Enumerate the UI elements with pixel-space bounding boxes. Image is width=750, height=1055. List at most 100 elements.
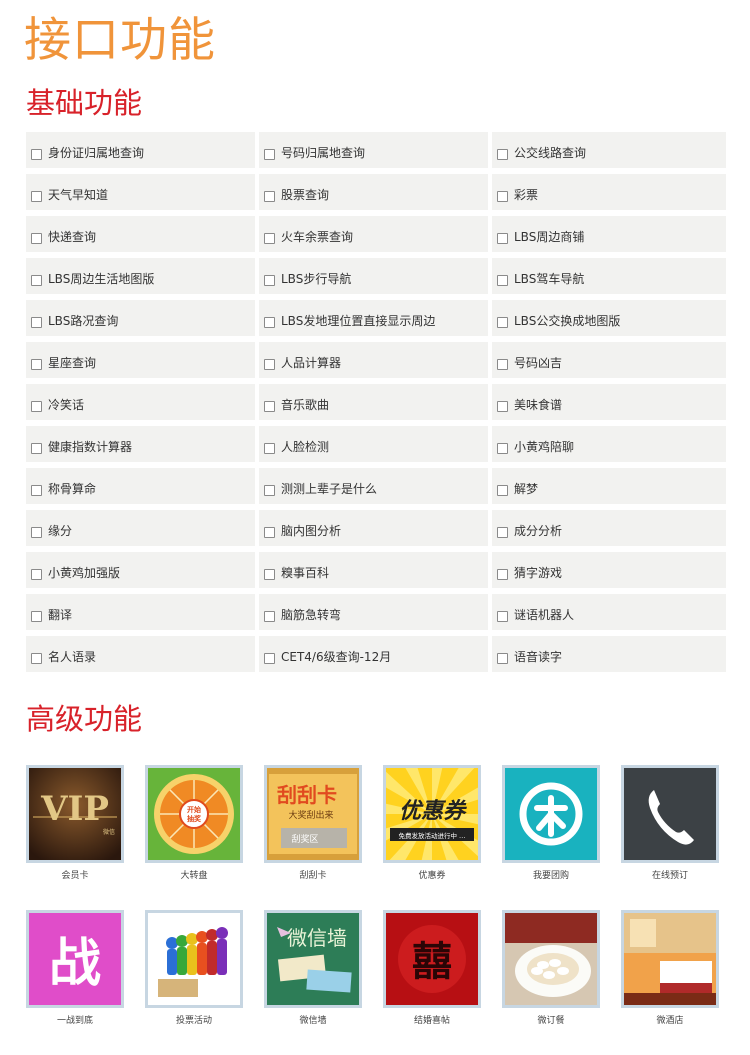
feature-checkbox[interactable] — [264, 527, 275, 538]
feature-checkbox[interactable] — [264, 443, 275, 454]
feature-checkbox[interactable] — [31, 359, 42, 370]
feature-checkbox[interactable] — [497, 569, 508, 580]
feature-item[interactable]: 火车余票查询 — [259, 216, 492, 258]
feature-item[interactable]: LBS路况查询 — [26, 300, 259, 342]
feature-item[interactable]: 号码归属地查询 — [259, 132, 492, 174]
feature-checkbox[interactable] — [497, 401, 508, 412]
feature-checkbox[interactable] — [497, 317, 508, 328]
advanced-feature-tile[interactable]: 刮刮卡 大奖刮出来 刮奖区 刮刮卡 — [264, 765, 362, 882]
feature-item[interactable]: 身份证归属地查询 — [26, 132, 259, 174]
feature-checkbox[interactable] — [497, 359, 508, 370]
feature-item[interactable]: 人脸检测 — [259, 426, 492, 468]
feature-item[interactable]: 股票查询 — [259, 174, 492, 216]
feature-checkbox[interactable] — [264, 401, 275, 412]
feature-item[interactable]: 称骨算命 — [26, 468, 259, 510]
feature-item[interactable]: 翻译 — [26, 594, 259, 636]
feature-item[interactable]: LBS公交换成地图版 — [492, 300, 726, 342]
feature-item[interactable]: LBS周边生活地图版 — [26, 258, 259, 300]
feature-item[interactable]: 小黄鸡陪聊 — [492, 426, 726, 468]
feature-checkbox[interactable] — [31, 149, 42, 160]
phone-icon[interactable] — [621, 765, 719, 863]
feature-item[interactable]: CET4/6级查询-12月 — [259, 636, 492, 678]
advanced-feature-tile[interactable]: 微订餐 — [502, 910, 600, 1027]
feature-checkbox[interactable] — [31, 527, 42, 538]
feature-item[interactable]: 号码凶吉 — [492, 342, 726, 384]
feature-checkbox[interactable] — [497, 653, 508, 664]
feature-checkbox[interactable] — [31, 317, 42, 328]
feature-checkbox[interactable] — [31, 569, 42, 580]
vote-icon[interactable] — [145, 910, 243, 1008]
wedding-invite-icon[interactable]: 囍 — [383, 910, 481, 1008]
feature-checkbox[interactable] — [497, 611, 508, 622]
scratch-card-icon[interactable]: 刮刮卡 大奖刮出来 刮奖区 — [264, 765, 362, 863]
advanced-feature-tile[interactable]: VIP 微信 会员卡 — [26, 765, 124, 882]
feature-checkbox[interactable] — [31, 191, 42, 202]
feature-checkbox[interactable] — [264, 191, 275, 202]
advanced-feature-tile[interactable]: 微信墙 微信墙 — [264, 910, 362, 1027]
feature-item[interactable]: 快递查询 — [26, 216, 259, 258]
feature-checkbox[interactable] — [31, 611, 42, 622]
feature-checkbox[interactable] — [264, 317, 275, 328]
feature-item[interactable]: 语音读字 — [492, 636, 726, 678]
feature-checkbox[interactable] — [264, 569, 275, 580]
feature-checkbox[interactable] — [497, 443, 508, 454]
feature-item[interactable]: 解梦 — [492, 468, 726, 510]
advanced-feature-tile[interactable]: 微酒店 — [621, 910, 719, 1027]
feature-item[interactable]: 猜字游戏 — [492, 552, 726, 594]
feature-checkbox[interactable] — [264, 359, 275, 370]
feature-checkbox[interactable] — [497, 527, 508, 538]
feature-checkbox[interactable] — [31, 401, 42, 412]
lucky-wheel-icon[interactable]: 开始 抽奖 — [145, 765, 243, 863]
advanced-feature-tile[interactable]: 囍结婚喜帖 — [383, 910, 481, 1027]
feature-checkbox[interactable] — [31, 485, 42, 496]
feature-item[interactable]: LBS周边商铺 — [492, 216, 726, 258]
feature-checkbox[interactable] — [497, 275, 508, 286]
vip-card-icon[interactable]: VIP 微信 — [26, 765, 124, 863]
feature-item[interactable]: 名人语录 — [26, 636, 259, 678]
feature-item[interactable]: 成分分析 — [492, 510, 726, 552]
advanced-feature-tile[interactable]: 投票活动 — [145, 910, 243, 1027]
feature-item[interactable]: 冷笑话 — [26, 384, 259, 426]
feature-checkbox[interactable] — [31, 275, 42, 286]
feature-checkbox[interactable] — [31, 653, 42, 664]
feature-item[interactable]: 星座查询 — [26, 342, 259, 384]
feature-item[interactable]: 小黄鸡加强版 — [26, 552, 259, 594]
advanced-feature-tile[interactable]: 开始 抽奖 大转盘 — [145, 765, 243, 882]
feature-item[interactable]: 缘分 — [26, 510, 259, 552]
battle-icon[interactable]: 战 — [26, 910, 124, 1008]
feature-checkbox[interactable] — [497, 149, 508, 160]
advanced-feature-tile[interactable]: 战一战到底 — [26, 910, 124, 1027]
feature-item[interactable]: LBS发地理位置直接显示周边 — [259, 300, 492, 342]
feature-item[interactable]: 健康指数计算器 — [26, 426, 259, 468]
feature-checkbox[interactable] — [264, 485, 275, 496]
food-order-icon[interactable] — [502, 910, 600, 1008]
feature-item[interactable]: 脑内图分析 — [259, 510, 492, 552]
group-buy-icon[interactable] — [502, 765, 600, 863]
feature-item[interactable]: 公交线路查询 — [492, 132, 726, 174]
feature-item[interactable]: 彩票 — [492, 174, 726, 216]
feature-item[interactable]: 美味食谱 — [492, 384, 726, 426]
feature-checkbox[interactable] — [497, 191, 508, 202]
feature-item[interactable]: 天气早知道 — [26, 174, 259, 216]
feature-checkbox[interactable] — [31, 233, 42, 244]
feature-item[interactable]: LBS驾车导航 — [492, 258, 726, 300]
feature-item[interactable]: LBS步行导航 — [259, 258, 492, 300]
feature-item[interactable]: 糗事百科 — [259, 552, 492, 594]
coupon-icon[interactable]: 优惠券 免费发放活动进行中 … — [383, 765, 481, 863]
feature-item[interactable]: 测测上辈子是什么 — [259, 468, 492, 510]
advanced-feature-tile[interactable]: 我要团购 — [502, 765, 600, 882]
feature-checkbox[interactable] — [497, 233, 508, 244]
feature-checkbox[interactable] — [264, 149, 275, 160]
feature-item[interactable]: 谜语机器人 — [492, 594, 726, 636]
advanced-feature-tile[interactable]: 优惠券 免费发放活动进行中 … 优惠券 — [383, 765, 481, 882]
feature-item[interactable]: 人品计算器 — [259, 342, 492, 384]
feature-checkbox[interactable] — [264, 275, 275, 286]
feature-item[interactable]: 脑筋急转弯 — [259, 594, 492, 636]
feature-checkbox[interactable] — [31, 443, 42, 454]
feature-checkbox[interactable] — [264, 653, 275, 664]
wechat-wall-icon[interactable]: 微信墙 — [264, 910, 362, 1008]
advanced-feature-tile[interactable]: 在线预订 — [621, 765, 719, 882]
feature-item[interactable]: 音乐歌曲 — [259, 384, 492, 426]
hotel-icon[interactable] — [621, 910, 719, 1008]
feature-checkbox[interactable] — [264, 611, 275, 622]
